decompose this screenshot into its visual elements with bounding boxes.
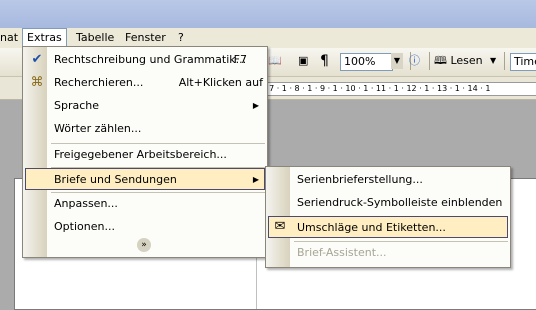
ruler-marks: · 7 · 1 · 8 · 1 · 9 · 1 · 10 · 1 · 11 · … bbox=[264, 84, 491, 93]
menu-item-language[interactable]: Sprache ▶ bbox=[25, 95, 265, 117]
menu-format[interactable]: nat bbox=[0, 28, 22, 48]
letters-mailings-submenu: Serienbrieferstellung... Seriendruck-Sym… bbox=[265, 166, 511, 268]
menu-tabelle[interactable]: Tabelle bbox=[72, 28, 118, 48]
submenu-arrow-icon: ▶ bbox=[252, 175, 259, 184]
menu-item-label: Brief-Assistent... bbox=[297, 246, 387, 259]
book-icon: 🕮 bbox=[434, 54, 447, 67]
extras-menu: ✔ Rechtschreibung und Grammatik... F7 ⌘ … bbox=[22, 46, 268, 258]
pilcrow-icon[interactable]: ¶ bbox=[320, 51, 329, 71]
menu-item-shortcut: Alt+Klicken auf bbox=[178, 76, 263, 89]
toolbar-separator bbox=[504, 52, 505, 70]
menu-item-label: Anpassen... bbox=[54, 197, 118, 210]
menu-item-shortcut: F7 bbox=[233, 53, 247, 66]
toolbar-separator bbox=[429, 52, 430, 70]
ruler-strip: · 7 · 1 · 8 · 1 · 9 · 1 · 10 · 1 · 11 · … bbox=[260, 82, 536, 96]
submenu-item-letter-wizard: Brief-Assistent... bbox=[268, 242, 508, 264]
toolbar-options-icon[interactable]: ▼ bbox=[490, 51, 496, 71]
menu-item-label: Seriendruck-Symbolleiste einblenden bbox=[297, 196, 503, 209]
expand-menu-icon[interactable]: » bbox=[137, 238, 151, 252]
font-select[interactable]: Times bbox=[510, 53, 536, 71]
menu-item-label: Freigegebener Arbeitsbereich... bbox=[54, 148, 227, 161]
menu-item-label: Optionen... bbox=[54, 220, 115, 233]
menu-item-label: Rechtschreibung und Grammatik... bbox=[54, 53, 247, 66]
menu-item-word-count[interactable]: Wörter zählen... bbox=[25, 118, 265, 140]
menu-item-label: Briefe und Sendungen bbox=[54, 173, 177, 186]
menu-item-research[interactable]: ⌘ Recherchieren... Alt+Klicken auf bbox=[25, 72, 265, 94]
submenu-item-mail-merge-toolbar[interactable]: Seriendruck-Symbolleiste einblenden bbox=[268, 192, 508, 214]
research-icon[interactable]: 📖 bbox=[268, 51, 282, 71]
menu-item-label: Recherchieren... bbox=[54, 76, 144, 89]
research-icon: ⌘ bbox=[30, 75, 44, 90]
spelling-check-icon: ✔ bbox=[31, 52, 43, 67]
read-button[interactable]: 🕮 Lesen bbox=[434, 51, 483, 71]
menu-item-label: Wörter zählen... bbox=[54, 122, 142, 135]
title-bar bbox=[0, 0, 536, 28]
document-map-icon[interactable]: ▣ bbox=[298, 51, 308, 71]
menu-item-spelling[interactable]: ✔ Rechtschreibung und Grammatik... F7 bbox=[25, 49, 265, 71]
menu-item-label: Umschläge und Etiketten... bbox=[297, 221, 446, 234]
submenu-arrow-icon: ▶ bbox=[252, 101, 259, 110]
envelope-icon: ✉ bbox=[274, 219, 286, 234]
zoom-dropdown-icon[interactable]: ▼ bbox=[391, 53, 403, 69]
help-icon[interactable]: ⓘ bbox=[409, 51, 420, 71]
menu-item-shared-workspace[interactable]: Freigegebener Arbeitsbereich... bbox=[25, 144, 265, 166]
menu-item-label: Sprache bbox=[54, 99, 100, 112]
read-label: Lesen bbox=[450, 54, 483, 67]
submenu-item-envelopes-labels[interactable]: ✉ Umschläge und Etiketten... bbox=[268, 216, 508, 238]
menu-item-options[interactable]: Optionen... bbox=[25, 216, 265, 238]
menu-item-letters-mailings[interactable]: Briefe und Sendungen ▶ bbox=[25, 168, 265, 190]
menu-fenster[interactable]: Fenster bbox=[121, 28, 170, 48]
menu-item-customize[interactable]: Anpassen... bbox=[25, 193, 265, 215]
menu-help[interactable]: ? bbox=[174, 28, 188, 48]
submenu-item-mail-merge[interactable]: Serienbrieferstellung... bbox=[268, 169, 508, 191]
menu-bar: nat Extras Tabelle Fenster ? bbox=[0, 28, 536, 49]
menu-item-label: Serienbrieferstellung... bbox=[297, 173, 423, 186]
zoom-select[interactable]: 100% bbox=[340, 53, 393, 71]
